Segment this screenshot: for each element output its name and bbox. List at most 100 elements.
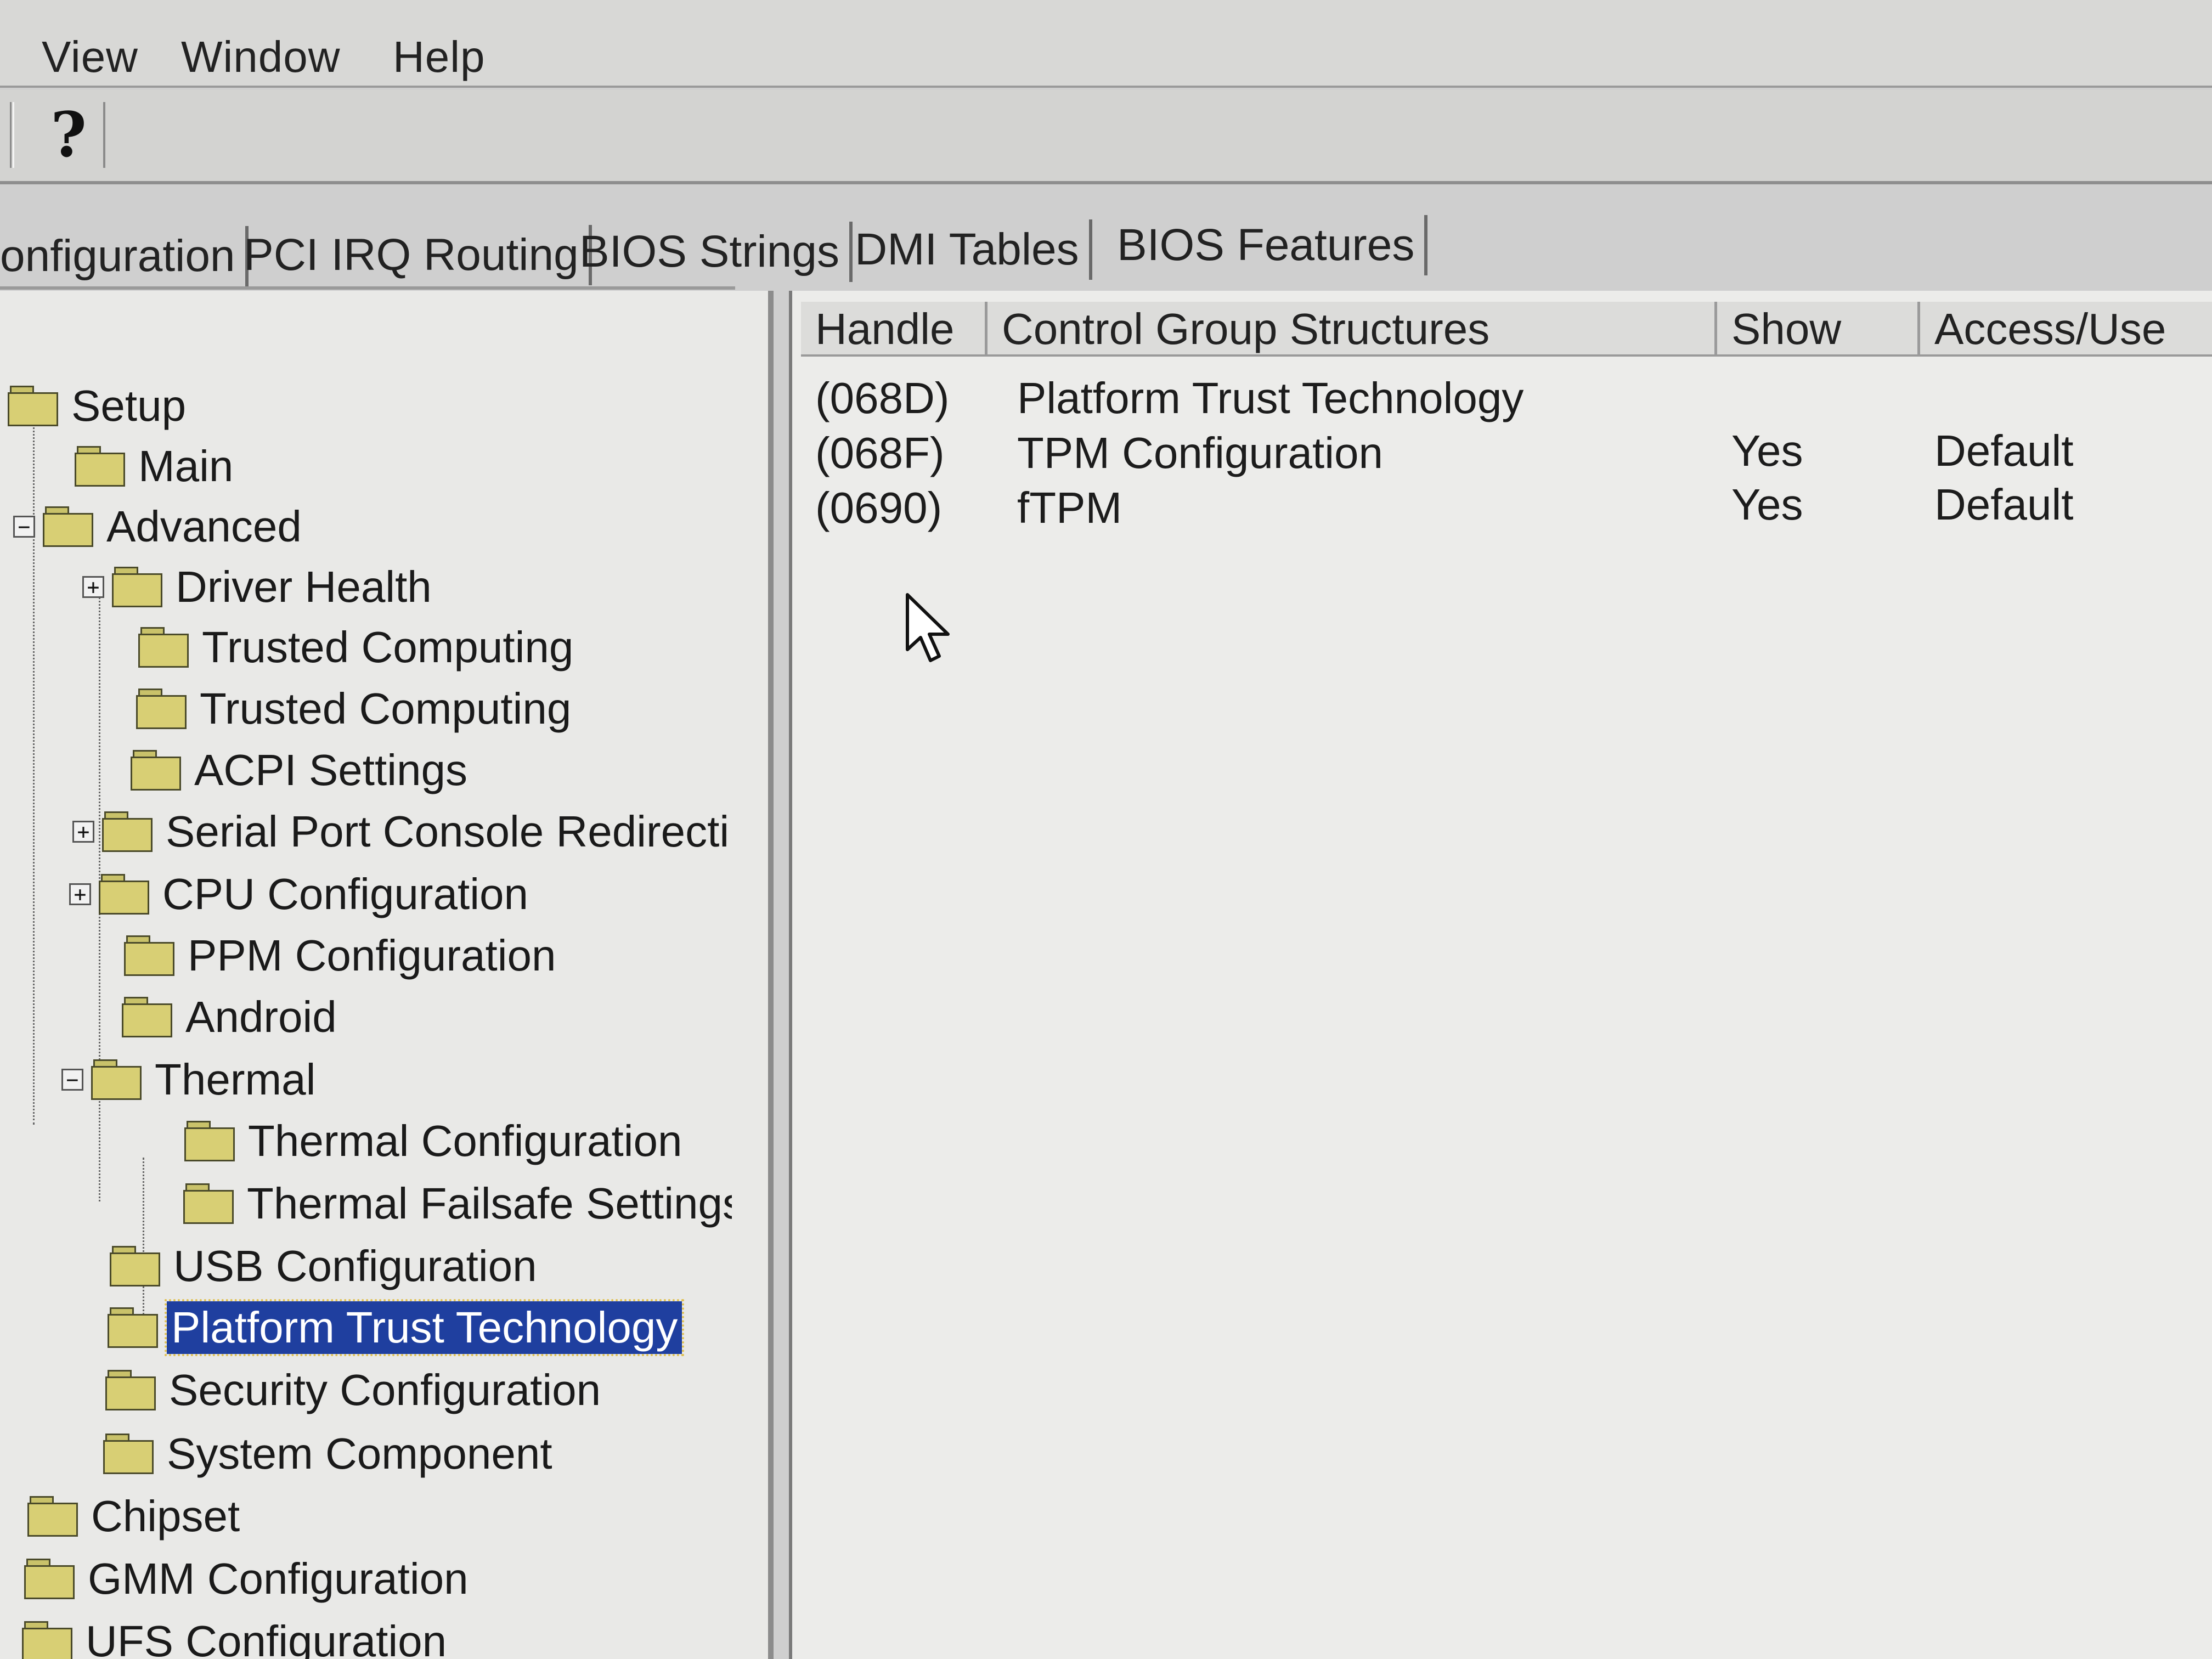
tree-item-trusted-computing[interactable]: Trusted Computing	[138, 620, 578, 675]
tree-item-label: System Component	[167, 1429, 552, 1478]
tree-item-android[interactable]: Android	[122, 990, 341, 1045]
tab-configuration[interactable]: onfiguration	[0, 226, 249, 286]
tree-item-thermal[interactable]: − Thermal	[61, 1052, 320, 1107]
menu-help[interactable]: Help	[393, 32, 486, 82]
tree-item-thermal-configuration[interactable]: Thermal Configuration	[184, 1114, 686, 1169]
tree-item-label: Advanced	[106, 502, 302, 551]
tree-item-ppm-configuration[interactable]: PPM Configuration	[124, 928, 560, 983]
help-button[interactable]: ?	[34, 99, 105, 171]
tree-item-acpi-settings[interactable]: ACPI Settings	[131, 743, 472, 798]
folder-icon	[124, 935, 174, 976]
collapse-icon[interactable]: −	[61, 1069, 83, 1091]
mouse-pointer-icon	[906, 593, 950, 662]
tree-item-label: Driver Health	[176, 562, 432, 611]
tree-item-label: USB Configuration	[173, 1242, 537, 1290]
tree-item-label: Thermal Configuration	[248, 1116, 682, 1165]
cell-structure: TPM Configuration	[1017, 428, 1383, 477]
tree-item-label: Serial Port Console Redirecti	[166, 807, 730, 856]
tree-item-label: PPM Configuration	[188, 931, 556, 980]
collapse-icon[interactable]: −	[13, 516, 35, 538]
column-header-structures[interactable]: Control Group Structures	[988, 302, 1717, 357]
tab-label: DMI Tables	[855, 224, 1079, 274]
menu-view[interactable]: View	[42, 32, 138, 82]
cell-handle: (068D)	[815, 374, 950, 422]
tree-item-label: Thermal	[155, 1055, 316, 1104]
tree-item-label: UFS Configuration	[86, 1617, 447, 1659]
tree-item-serial-port-console[interactable]: + Serial Port Console Redirecti	[72, 804, 731, 859]
tree-item-system-component[interactable]: System Component	[103, 1426, 557, 1481]
tab-label: BIOS Features	[1117, 220, 1415, 270]
tree-item-setup[interactable]: Setup	[8, 379, 190, 433]
tree-item-driver-health[interactable]: + Driver Health	[82, 560, 436, 614]
tree-item-label: Thermal Failsafe Settings	[247, 1179, 732, 1228]
folder-icon	[184, 1121, 235, 1161]
tree-item-label: Main	[138, 442, 234, 490]
tree-item-label-selected: Platform Trust Technology	[164, 1299, 685, 1356]
cell-handle: (068F)	[815, 428, 945, 477]
tree-item-label: Trusted Computing	[200, 684, 572, 733]
folder-icon	[122, 997, 172, 1037]
tree-item-label: GMM Configuration	[88, 1554, 469, 1603]
tree-item-label: Trusted Computing	[202, 623, 574, 672]
folder-icon	[27, 1496, 78, 1537]
folder-icon	[138, 627, 189, 668]
tree-item-thermal-failsafe-settings[interactable]: Thermal Failsafe Settings	[183, 1176, 732, 1231]
tree-item-trusted-computing[interactable]: Trusted Computing	[136, 681, 575, 736]
cell-show: Yes	[1731, 426, 1803, 475]
tree-item-security-configuration[interactable]: Security Configuration	[105, 1363, 605, 1418]
tree-item-cpu-configuration[interactable]: + CPU Configuration	[69, 867, 533, 922]
folder-icon	[183, 1183, 234, 1224]
tab-label: BIOS Strings	[579, 227, 839, 276]
structures-list[interactable]: Handle Control Group Structures Show Acc…	[789, 291, 2212, 1659]
cell-structure: Platform Trust Technology	[1017, 374, 1524, 422]
tree-item-label: Setup	[71, 381, 187, 430]
column-header-handle[interactable]: Handle	[801, 302, 988, 357]
cell-access: Default	[1934, 480, 2074, 529]
tree-item-advanced[interactable]: − Advanced	[13, 499, 306, 554]
expand-icon[interactable]: +	[72, 821, 94, 843]
folder-icon	[43, 506, 93, 547]
tree-item-label: CPU Configuration	[162, 870, 528, 918]
question-mark-icon: ?	[50, 99, 87, 171]
tree-panel[interactable]: Setup Main − Advanced + Driver Health Tr…	[0, 291, 774, 1659]
tab-label: PCI IRQ Routing	[244, 230, 579, 280]
cell-structure: fTPM	[1017, 483, 1122, 532]
cell-access: Default	[1934, 426, 2074, 475]
folder-icon	[102, 811, 153, 852]
folder-icon	[136, 689, 187, 729]
folder-icon	[75, 446, 125, 487]
folder-icon	[131, 750, 181, 791]
folder-icon	[91, 1059, 142, 1100]
folder-icon	[110, 1246, 160, 1286]
expand-icon[interactable]: +	[69, 883, 91, 905]
toolbar-separator	[10, 102, 14, 168]
tree-item-label: ACPI Settings	[194, 746, 468, 794]
tab-label: onfiguration	[0, 231, 235, 281]
toolbar: ?	[0, 90, 2212, 184]
tree-item-usb-configuration[interactable]: USB Configuration	[110, 1239, 541, 1294]
tree-item-label: Android	[185, 992, 337, 1041]
tab-bios-features[interactable]: BIOS Features	[1109, 215, 1428, 275]
folder-icon	[24, 1559, 75, 1599]
cell-show: Yes	[1731, 480, 1803, 529]
folder-icon	[22, 1621, 72, 1659]
tree-item-label: Security Configuration	[169, 1365, 601, 1414]
menu-window[interactable]: Window	[181, 32, 341, 82]
tree-item-gmm-configuration[interactable]: GMM Configuration	[24, 1551, 473, 1606]
tree-item-chipset[interactable]: Chipset	[27, 1489, 244, 1544]
column-header-access[interactable]: Access/Use	[1920, 302, 2212, 357]
tab-dmi-tables[interactable]: DMI Tables	[847, 219, 1092, 280]
tab-pci-irq-routing[interactable]: PCI IRQ Routing	[236, 225, 592, 285]
menu-bar: View Window Help	[0, 0, 2212, 88]
column-header-show[interactable]: Show	[1717, 302, 1920, 357]
tree-item-ufs-configuration[interactable]: UFS Configuration	[22, 1614, 451, 1659]
tree-item-main[interactable]: Main	[75, 439, 238, 494]
tab-underline	[0, 286, 735, 290]
tab-strip: onfiguration PCI IRQ Routing BIOS String…	[0, 198, 2212, 291]
tree-item-platform-trust-technology[interactable]: Platform Trust Technology	[108, 1299, 685, 1356]
tab-bios-strings[interactable]: BIOS Strings	[572, 222, 853, 282]
expand-icon[interactable]: +	[82, 576, 104, 598]
folder-icon	[103, 1434, 154, 1474]
tree-item-label: Chipset	[91, 1492, 240, 1541]
folder-icon	[105, 1370, 156, 1410]
